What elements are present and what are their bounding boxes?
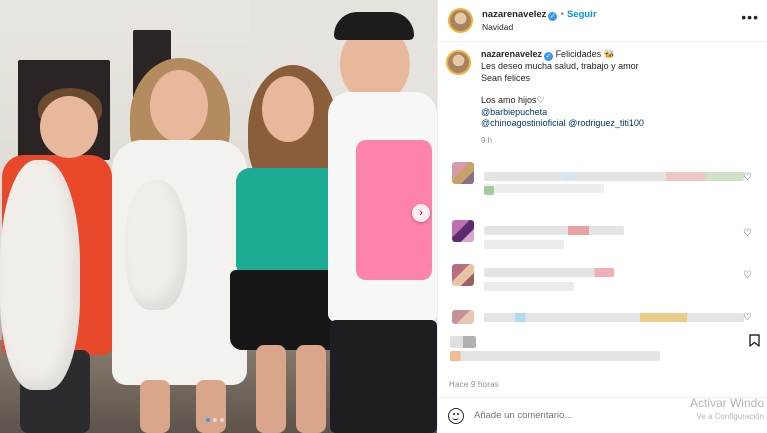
carousel-dot-active [206, 418, 210, 422]
add-comment-bar: Activar Windo Ve a Configuración [438, 397, 767, 433]
comment-censored: ♡ [446, 214, 756, 254]
bookmark-icon[interactable] [749, 334, 760, 347]
carousel-dot [213, 418, 217, 422]
post-actions [438, 328, 767, 368]
mention-link[interactable]: @rodriguez_titi100 [568, 118, 644, 128]
location-link[interactable]: Navidad [482, 21, 597, 34]
caption-line: Sean felices [481, 72, 531, 83]
emoji-icon[interactable] [448, 407, 464, 424]
dog-left [0, 160, 80, 390]
caption-avatar[interactable] [446, 50, 471, 75]
header-username[interactable]: nazarenavelez [482, 9, 546, 20]
avatar [452, 264, 474, 286]
carousel-dots [206, 418, 224, 422]
caption-line: Les deseo mucha salud, trabajo y amor [481, 61, 639, 71]
verified-badge-icon: ✓ [544, 52, 554, 61]
avatar [452, 162, 474, 184]
windows-activation-watermark: Activar Windo Ve a Configuración [690, 397, 764, 423]
comment-censored: ♡ [446, 308, 756, 328]
like-comment-heart-icon[interactable]: ♡ [743, 270, 752, 281]
more-horizontal-icon[interactable]: ••• [741, 9, 759, 25]
like-comment-heart-icon[interactable]: ♡ [743, 312, 752, 323]
separator: • [560, 8, 564, 20]
comments-list: ♡ ♡ ♡ ♡ [438, 158, 767, 328]
avatar [452, 310, 474, 324]
watermark-line: Ve a Configuración [696, 412, 764, 421]
avatar[interactable] [448, 8, 473, 33]
caption-line: Los amo hijos♡ [481, 95, 545, 105]
comment-input[interactable] [474, 410, 714, 421]
carousel-next-button[interactable]: › [412, 204, 430, 222]
dog-center [125, 180, 187, 310]
like-comment-heart-icon[interactable]: ♡ [743, 228, 752, 239]
caption-line: Felicidades 🐝 [555, 49, 615, 59]
post-header: nazarenavelez ✓ • Seguir Navidad ••• [438, 0, 767, 42]
comment-censored: ♡ [446, 262, 756, 298]
post-time-ago: Hace 9 horas [449, 380, 499, 389]
avatar [452, 220, 474, 242]
carousel-dot [220, 418, 224, 422]
post-photo: › [0, 0, 437, 433]
mention-link[interactable]: @barbiepucheta [481, 107, 644, 119]
follow-button[interactable]: Seguir [567, 9, 597, 20]
watermark-line: Activar Windo [689, 396, 764, 410]
mention-link[interactable]: @chinoagostinioficial [481, 118, 566, 128]
caption: nazarenavelez ✓ Felicidades 🐝 Les deseo m… [438, 42, 767, 146]
comment-censored: ♡ [446, 160, 756, 196]
caption-time: 9 h [481, 135, 493, 145]
post-side-panel: nazarenavelez ✓ • Seguir Navidad ••• nazare… [437, 0, 767, 433]
verified-badge-icon: ✓ [548, 11, 558, 21]
caption-username[interactable]: nazarenavelez [481, 49, 542, 59]
like-comment-heart-icon[interactable]: ♡ [743, 172, 752, 183]
